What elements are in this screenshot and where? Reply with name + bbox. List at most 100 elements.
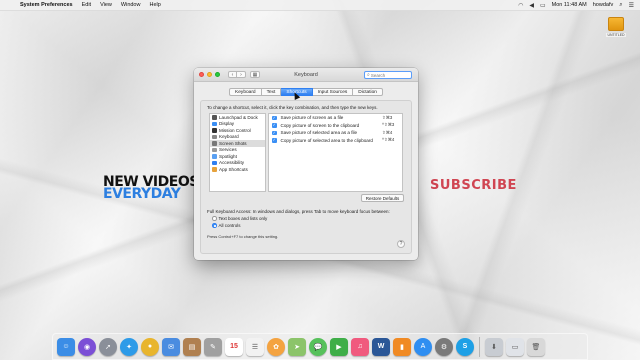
contacts-icon[interactable]: ▤ bbox=[183, 337, 201, 356]
back-button[interactable]: ‹ bbox=[228, 71, 237, 78]
category-launchpad-dock[interactable]: Launchpad & Dock bbox=[210, 114, 265, 121]
category-label: App Shortcuts bbox=[219, 166, 248, 172]
category-label: Accessibility bbox=[219, 160, 245, 166]
category-label: Display bbox=[219, 121, 235, 127]
documents-icon[interactable]: ▭ bbox=[506, 337, 524, 356]
services-icon bbox=[212, 147, 217, 152]
shortcut-list[interactable]: ✓ Save picture of screen as a file ⇧⌘3 ✓… bbox=[268, 113, 403, 192]
shortcut-row[interactable]: ✓ Save picture of selected area as a fil… bbox=[269, 129, 402, 137]
restore-defaults-button[interactable]: Restore Defaults bbox=[361, 194, 404, 202]
instructions-text: To change a shortcut, select it, click t… bbox=[207, 105, 378, 110]
facetime-icon[interactable]: ▶ bbox=[330, 337, 348, 356]
screenshot-icon bbox=[212, 141, 217, 146]
photos-icon[interactable]: ✿ bbox=[267, 337, 285, 356]
finder-icon[interactable]: ☺ bbox=[57, 337, 75, 356]
radio-text-boxes[interactable]: Text boxes and lists only bbox=[212, 216, 267, 221]
shortcut-key[interactable]: ^⇧⌘4 bbox=[382, 137, 402, 143]
keyboard-access-text: Full Keyboard Access: In windows and dia… bbox=[207, 209, 390, 214]
dock: ☺ ◉ ➚ ✦ ● ✉ ▤ ✎ 15 ☰ ✿ ➤ 💬 ▶ ♫ W ▮ A ⚙ S… bbox=[52, 333, 588, 360]
checkbox-checked[interactable]: ✓ bbox=[272, 122, 277, 128]
promo-subscribe: SUBSCRIBE bbox=[430, 178, 517, 193]
maps-icon[interactable]: ➤ bbox=[288, 337, 306, 356]
hint-text: Press Control+F7 to change this setting. bbox=[207, 234, 279, 239]
radio-all-controls[interactable]: All controls bbox=[212, 223, 241, 228]
shortcut-row[interactable]: ✓ Save picture of screen as a file ⇧⌘3 bbox=[269, 114, 402, 122]
window-titlebar[interactable]: ‹ › ▦ Keyboard ⌕ bbox=[194, 68, 418, 82]
forward-button[interactable]: › bbox=[237, 71, 246, 78]
checkbox-checked[interactable]: ✓ bbox=[272, 115, 277, 120]
menu-edit[interactable]: Edit bbox=[82, 2, 91, 8]
safari-icon[interactable]: ✦ bbox=[120, 337, 138, 356]
category-list[interactable]: Launchpad & Dock Display Mission Control… bbox=[209, 113, 266, 192]
shortcut-row[interactable]: ✓ Copy picture of selected area to the c… bbox=[269, 137, 402, 145]
mail-icon[interactable]: ✉ bbox=[162, 337, 180, 356]
shortcut-label: Save picture of selected area as a file bbox=[280, 130, 358, 136]
trash-icon[interactable]: 🗑 bbox=[527, 337, 545, 356]
shortcut-row[interactable]: ✓ Copy picture of screen to the clipboar… bbox=[269, 122, 402, 130]
spotlight-icon bbox=[212, 154, 217, 159]
messages-icon[interactable]: 💬 bbox=[309, 337, 327, 356]
chrome-icon[interactable]: ● bbox=[141, 337, 159, 356]
nav-buttons: ‹ › bbox=[228, 71, 246, 78]
launchpad-icon bbox=[212, 115, 217, 120]
shortcut-key[interactable]: ⇧⌘4 bbox=[382, 130, 402, 136]
reminders-icon[interactable]: ☰ bbox=[246, 337, 264, 356]
tab-input-sources[interactable]: Input Sources bbox=[312, 88, 354, 96]
word-icon[interactable]: W bbox=[372, 337, 390, 356]
spotlight-icon[interactable]: ⌕ bbox=[619, 2, 622, 9]
grid-icon: ▦ bbox=[252, 72, 258, 78]
volume-icon[interactable]: ◀ bbox=[529, 2, 534, 9]
music-icon[interactable]: ♫ bbox=[351, 337, 369, 356]
category-app-shortcuts[interactable]: App Shortcuts bbox=[210, 166, 265, 173]
wifi-icon[interactable]: ◠ bbox=[518, 2, 523, 9]
category-label: Spotlight bbox=[219, 153, 237, 159]
system-preferences-icon[interactable]: ⚙ bbox=[435, 337, 453, 356]
skype-icon[interactable]: S bbox=[456, 337, 474, 356]
keyboard-icon bbox=[212, 134, 217, 139]
promo-line-2: EVERYDAY bbox=[103, 186, 181, 202]
siri-icon[interactable]: ◉ bbox=[78, 337, 96, 356]
menu-help[interactable]: Help bbox=[149, 2, 160, 8]
checkbox-checked[interactable]: ✓ bbox=[272, 137, 277, 143]
battery-icon[interactable]: ▭ bbox=[540, 2, 546, 9]
search-field[interactable]: ⌕ bbox=[364, 71, 412, 79]
menu-clock[interactable]: Mon 11:48 AM bbox=[552, 2, 587, 8]
display-icon bbox=[212, 121, 217, 126]
category-label: Launchpad & Dock bbox=[219, 114, 258, 120]
downloads-icon[interactable]: ⬇ bbox=[485, 337, 503, 356]
notes-icon[interactable]: ✎ bbox=[204, 337, 222, 356]
show-all-button[interactable]: ▦ bbox=[250, 71, 260, 78]
shortcut-key[interactable]: ^⇧⌘3 bbox=[382, 122, 402, 128]
menu-app-name[interactable]: System Preferences bbox=[20, 2, 73, 8]
close-button[interactable] bbox=[199, 72, 204, 77]
dock-separator bbox=[479, 336, 480, 357]
accessibility-icon bbox=[212, 160, 217, 165]
chevron-right-icon: › bbox=[240, 72, 242, 78]
mission-control-icon bbox=[212, 128, 217, 133]
tab-keyboard[interactable]: Keyboard bbox=[229, 88, 262, 96]
radio-button-selected[interactable] bbox=[212, 223, 217, 228]
menu-view[interactable]: View bbox=[100, 2, 112, 8]
menu-user[interactable]: howdafv bbox=[593, 2, 614, 8]
chevron-left-icon: ‹ bbox=[231, 72, 234, 78]
menu-window[interactable]: Window bbox=[121, 2, 141, 8]
search-input[interactable] bbox=[370, 72, 409, 78]
shortcut-label: Save picture of screen as a file bbox=[280, 115, 344, 121]
help-button[interactable]: ? bbox=[397, 240, 405, 248]
books-icon[interactable]: ▮ bbox=[393, 337, 411, 356]
zoom-button[interactable] bbox=[215, 72, 220, 77]
calendar-icon[interactable]: 15 bbox=[225, 337, 243, 356]
window-controls bbox=[199, 72, 220, 77]
minimize-button[interactable] bbox=[207, 72, 212, 77]
category-label: Services bbox=[219, 147, 237, 153]
checkbox-checked[interactable]: ✓ bbox=[272, 130, 277, 135]
desktop-drive[interactable]: UNTITLED bbox=[604, 17, 628, 43]
radio-button[interactable] bbox=[212, 216, 217, 221]
tab-dictation[interactable]: Dictation bbox=[353, 88, 383, 96]
appstore-icon[interactable]: A bbox=[414, 337, 432, 356]
shortcut-key[interactable]: ⇧⌘3 bbox=[382, 115, 402, 121]
tab-text[interactable]: Text bbox=[261, 88, 282, 96]
external-drive-icon bbox=[608, 17, 624, 31]
launchpad-icon[interactable]: ➚ bbox=[99, 337, 117, 356]
notification-center-icon[interactable]: ☰ bbox=[629, 2, 634, 9]
